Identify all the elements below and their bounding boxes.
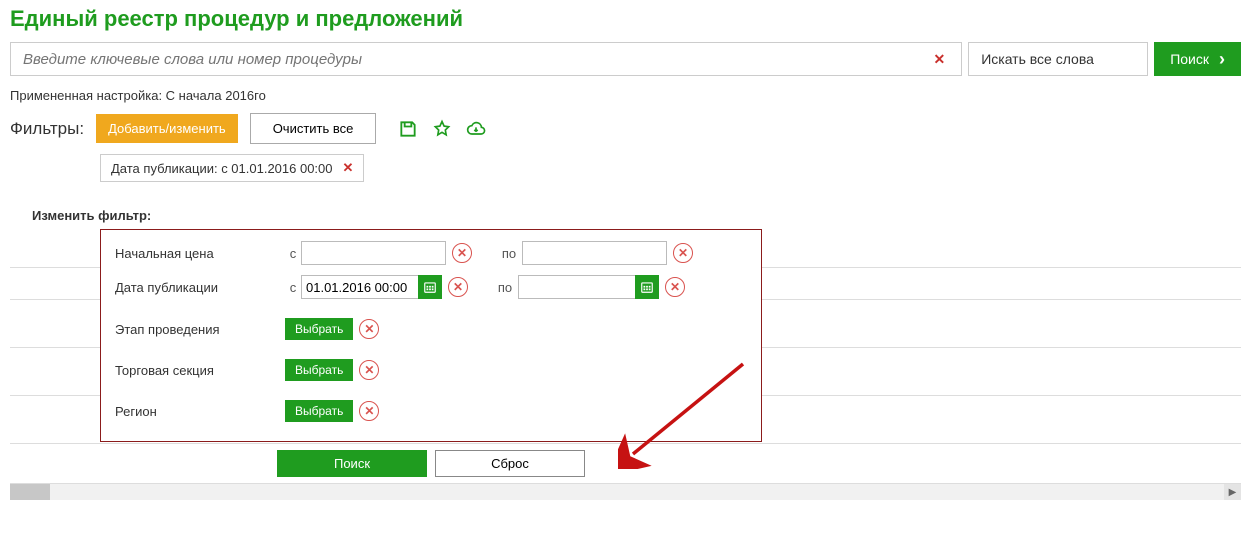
clear-icon[interactable]: ✕	[448, 277, 468, 297]
clear-icon[interactable]: ✕	[359, 360, 379, 380]
select-region-button[interactable]: Выбрать	[285, 400, 353, 422]
calendar-icon[interactable]	[418, 275, 442, 299]
star-icon[interactable]	[432, 119, 452, 139]
horizontal-scrollbar[interactable]: ▶	[10, 483, 1241, 500]
input-start-price-from[interactable]	[301, 241, 446, 265]
from-label: с	[285, 246, 301, 261]
cloud-download-icon[interactable]	[466, 119, 486, 139]
filter-panel: Начальная цена с ✕ по ✕ Дата публикации …	[100, 229, 762, 442]
scroll-right-arrow-icon[interactable]: ▶	[1224, 484, 1241, 500]
change-filter-heading: Изменить фильтр:	[32, 208, 1241, 223]
panel-reset-button[interactable]: Сброс	[435, 450, 585, 477]
row-section: Торговая секция Выбрать ✕	[115, 345, 747, 386]
add-edit-filters-button[interactable]: Добавить/изменить	[96, 114, 238, 143]
panel-search-button[interactable]: Поиск	[277, 450, 427, 477]
filters-label: Фильтры:	[10, 119, 84, 139]
calendar-icon[interactable]	[635, 275, 659, 299]
input-pub-date-from[interactable]	[301, 275, 419, 299]
search-mode-select[interactable]: Искать все слова	[968, 42, 1148, 76]
input-pub-date-to[interactable]	[518, 275, 636, 299]
clear-icon[interactable]: ✕	[665, 277, 685, 297]
label-start-price: Начальная цена	[115, 246, 285, 261]
select-stage-button[interactable]: Выбрать	[285, 318, 353, 340]
search-button-label: Поиск	[1170, 51, 1209, 67]
row-pub-date: Дата публикации с ✕ по ✕	[115, 270, 747, 304]
applied-setting-text: Примененная настройка: С начала 2016го	[10, 88, 1241, 103]
search-input[interactable]	[21, 50, 927, 69]
save-icon[interactable]	[398, 119, 418, 139]
filter-chip-label: Дата публикации: с 01.01.2016 00:00	[111, 161, 333, 176]
clear-icon[interactable]: ✕	[452, 243, 472, 263]
filter-icons	[398, 119, 486, 139]
search-button[interactable]: Поиск ›	[1154, 42, 1241, 76]
to-label: по	[492, 280, 518, 295]
panel-buttons: Поиск Сброс	[100, 450, 762, 477]
to-label: по	[496, 246, 522, 261]
from-label: с	[285, 280, 301, 295]
label-pub-date: Дата публикации	[115, 280, 285, 295]
input-start-price-to[interactable]	[522, 241, 667, 265]
row-start-price: Начальная цена с ✕ по ✕	[115, 236, 747, 270]
filter-panel-wrap: Начальная цена с ✕ по ✕ Дата публикации …	[10, 229, 1241, 442]
select-section-button[interactable]: Выбрать	[285, 359, 353, 381]
chevron-right-icon: ›	[1219, 49, 1225, 70]
filter-bar: Фильтры: Добавить/изменить Очистить все	[10, 113, 1241, 144]
clear-icon[interactable]: ✕	[359, 319, 379, 339]
clear-icon[interactable]: ✕	[359, 401, 379, 421]
chip-remove-icon[interactable]: ✕	[343, 160, 354, 176]
row-region: Регион Выбрать ✕	[115, 386, 747, 427]
search-clear-icon[interactable]: ✕	[927, 51, 951, 68]
row-stage: Этап проведения Выбрать ✕	[115, 304, 747, 345]
scroll-thumb[interactable]	[10, 484, 50, 500]
search-bar: ✕ Искать все слова Поиск ›	[10, 42, 1241, 76]
search-mode-label: Искать все слова	[981, 51, 1094, 67]
search-input-wrap: ✕	[10, 42, 962, 76]
label-region: Регион	[115, 404, 285, 419]
clear-icon[interactable]: ✕	[673, 243, 693, 263]
label-stage: Этап проведения	[115, 322, 285, 337]
filter-chip-pub-date: Дата публикации: с 01.01.2016 00:00 ✕	[100, 154, 364, 182]
label-section: Торговая секция	[115, 363, 285, 378]
clear-filters-button[interactable]: Очистить все	[250, 113, 377, 144]
page-title: Единый реестр процедур и предложений	[10, 6, 1241, 32]
